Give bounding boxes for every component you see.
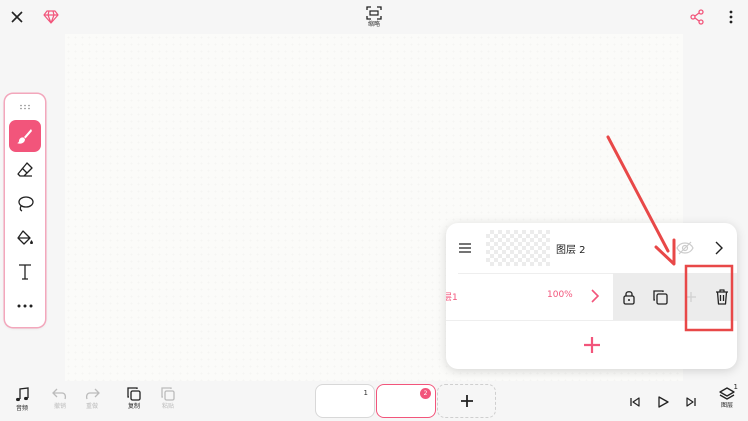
eraser-tool[interactable] xyxy=(9,154,41,186)
capture-button[interactable]: 缩略 xyxy=(356,3,392,31)
play-button[interactable] xyxy=(654,393,672,411)
add-layer-button[interactable] xyxy=(580,333,604,357)
text-tool[interactable] xyxy=(9,256,41,288)
more-vertical-icon xyxy=(729,10,733,24)
tool-palette xyxy=(5,94,45,327)
lock-icon xyxy=(622,290,635,305)
paste-icon xyxy=(161,387,175,401)
duplicate-layer-button[interactable] xyxy=(644,273,675,320)
redo-button[interactable]: 重做 xyxy=(79,387,105,410)
drag-handle-icon[interactable] xyxy=(19,104,31,110)
brush-tool[interactable] xyxy=(9,120,41,152)
opacity-label: 层1 xyxy=(446,293,458,303)
top-bar: 缩略 xyxy=(0,0,748,34)
plus-icon xyxy=(460,395,473,407)
layers-count: 1 xyxy=(733,383,738,391)
menu-icon[interactable] xyxy=(458,241,472,255)
gem-icon xyxy=(43,10,59,24)
close-icon xyxy=(11,11,23,23)
layer-options-row: 层1 100% xyxy=(446,273,737,320)
redo-label: 重做 xyxy=(85,403,98,410)
more-horizontal-icon xyxy=(17,304,33,308)
text-icon xyxy=(19,264,31,280)
add-frame-button[interactable] xyxy=(437,384,496,418)
merge-icon xyxy=(685,291,696,302)
undo-button[interactable]: 撤销 xyxy=(47,387,73,410)
paste-label: 粘贴 xyxy=(161,403,174,410)
audio-label: 音频 xyxy=(15,405,28,412)
bottom-bar: 音频 撤销 重做 复制 粘贴 1 2 1 图层 xyxy=(0,381,748,421)
frame-thumbnail[interactable]: 1 xyxy=(315,384,375,418)
duplicate-icon xyxy=(652,289,668,305)
copy-label: 复制 xyxy=(127,403,140,410)
copy-icon xyxy=(127,387,141,401)
skip-forward-icon xyxy=(686,397,696,407)
chevron-right-icon[interactable] xyxy=(588,287,602,305)
audio-button[interactable]: 音频 xyxy=(9,387,35,412)
layer-row[interactable]: 图层 2 xyxy=(446,223,737,273)
divider xyxy=(446,320,737,321)
layer-thumbnail[interactable] xyxy=(486,230,550,266)
close-button[interactable] xyxy=(6,6,28,28)
more-menu-button[interactable] xyxy=(720,6,742,28)
fill-bucket-icon xyxy=(17,230,33,245)
lasso-tool[interactable] xyxy=(9,188,41,220)
frame-number: 2 xyxy=(420,388,431,399)
capture-icon xyxy=(366,6,382,20)
layers-button[interactable]: 1 图层 xyxy=(716,383,738,409)
brush-icon xyxy=(17,129,32,144)
layers-label: 图层 xyxy=(720,402,733,409)
frame-thumbnail[interactable]: 2 xyxy=(376,384,436,418)
fill-tool[interactable] xyxy=(9,222,41,254)
premium-button[interactable] xyxy=(40,6,62,28)
capture-label: 缩略 xyxy=(367,21,380,28)
eye-off-icon[interactable] xyxy=(676,240,694,256)
next-frame-button[interactable] xyxy=(682,393,700,411)
redo-icon xyxy=(85,388,100,400)
layer-actions xyxy=(613,273,737,320)
plus-icon xyxy=(584,337,600,353)
chevron-right-icon[interactable] xyxy=(712,239,726,257)
undo-label: 撤销 xyxy=(53,403,66,410)
music-note-icon xyxy=(16,387,29,402)
share-icon xyxy=(690,9,704,25)
layer-name: 图层 2 xyxy=(556,245,586,256)
previous-frame-button[interactable] xyxy=(626,393,644,411)
frame-number: 1 xyxy=(363,389,368,397)
play-icon xyxy=(658,396,669,408)
eraser-icon xyxy=(17,162,33,177)
share-button[interactable] xyxy=(686,6,708,28)
copy-button[interactable]: 复制 xyxy=(121,387,147,410)
lasso-icon xyxy=(18,196,34,212)
layer-panel: 图层 2 层1 100% xyxy=(446,223,737,369)
more-tools-button[interactable] xyxy=(9,290,41,322)
merge-layer-button[interactable] xyxy=(675,273,706,320)
undo-icon xyxy=(52,388,67,400)
delete-layer-button[interactable] xyxy=(706,273,737,320)
skip-back-icon xyxy=(630,397,640,407)
opacity-value[interactable]: 100% xyxy=(547,290,573,300)
trash-icon xyxy=(715,288,728,305)
paste-button[interactable]: 粘贴 xyxy=(155,387,181,410)
lock-layer-button[interactable] xyxy=(613,273,644,320)
